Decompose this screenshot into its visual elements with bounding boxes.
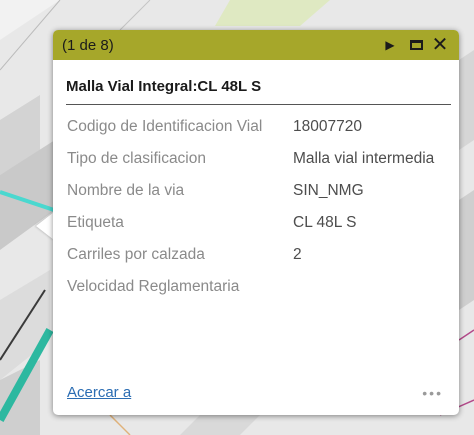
attribute-value: Malla vial intermedia — [293, 150, 435, 167]
attribute-label: Nombre de la via — [67, 182, 185, 199]
popup-header: (1 de 8) ▶ ✕ — [53, 30, 459, 60]
attribute-row: Velocidad Reglamentaria — [67, 277, 443, 309]
close-icon[interactable]: ✕ — [429, 30, 451, 60]
attribute-value: SIN_NMG — [293, 182, 364, 199]
zoom-to-link[interactable]: Acercar a — [67, 384, 131, 401]
feature-popup: (1 de 8) ▶ ✕ Malla Vial Integral:CL 48L … — [53, 30, 459, 415]
attribute-value: 18007720 — [293, 118, 362, 135]
attribute-row: Nombre de la via SIN_NMG — [67, 181, 443, 213]
attribute-table: Codigo de Identificacion Vial 18007720 T… — [67, 117, 443, 309]
feature-counter: (1 de 8) — [62, 36, 114, 54]
ellipsis-icon[interactable]: ••• — [422, 385, 443, 401]
attribute-row: Etiqueta CL 48L S — [67, 213, 443, 245]
maximize-icon[interactable] — [403, 30, 429, 60]
attribute-row: Carriles por calzada 2 — [67, 245, 443, 277]
next-arrow-icon[interactable]: ▶ — [377, 30, 403, 60]
attribute-label: Velocidad Reglamentaria — [67, 278, 240, 295]
attribute-label: Codigo de Identificacion Vial — [67, 118, 263, 135]
attribute-label: Carriles por calzada — [67, 246, 205, 263]
attribute-value — [293, 277, 443, 309]
popup-footer: Acercar a ••• — [67, 384, 443, 401]
attribute-label: Tipo de clasificacion — [67, 150, 206, 167]
popup-pointer — [36, 212, 54, 240]
attribute-value: CL 48L S — [293, 214, 357, 231]
feature-title: Malla Vial Integral:CL 48L S — [66, 60, 451, 105]
attribute-row: Codigo de Identificacion Vial 18007720 — [67, 117, 443, 149]
attribute-row: Tipo de clasificacion Malla vial interme… — [67, 149, 443, 181]
attribute-value: 2 — [293, 246, 302, 263]
attribute-label: Etiqueta — [67, 214, 124, 231]
